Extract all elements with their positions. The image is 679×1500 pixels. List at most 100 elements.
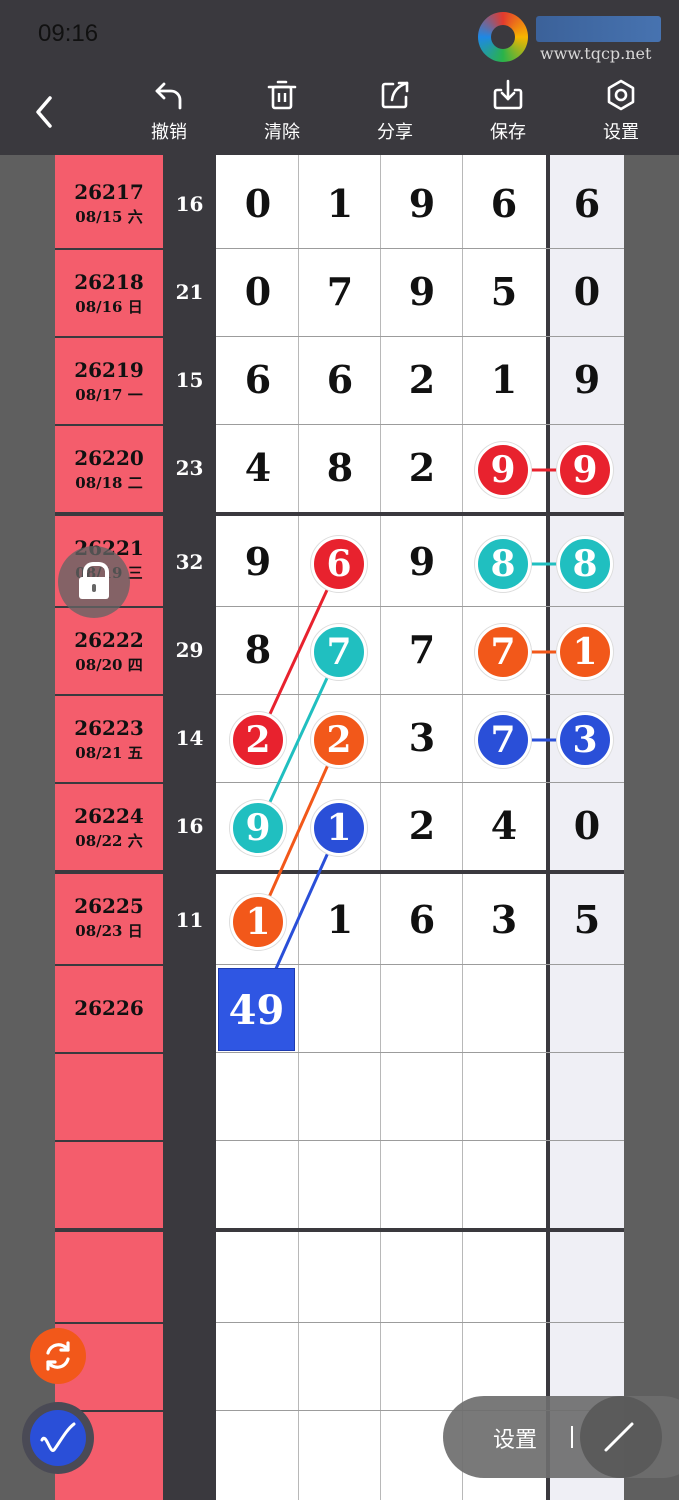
- digit-cell[interactable]: 9: [381, 269, 463, 314]
- digit-cell[interactable]: 5: [463, 269, 545, 314]
- grid-hline: [216, 782, 624, 783]
- grid-hline: [216, 248, 624, 249]
- digit-cell[interactable]: 2: [381, 803, 463, 848]
- marked-ball[interactable]: 9: [475, 442, 531, 498]
- marked-ball[interactable]: 9: [230, 800, 286, 856]
- issue-cell[interactable]: 26222 08/20 四: [55, 608, 163, 696]
- issue-date: 08/22 六: [75, 832, 143, 850]
- issue-date: 08/23 日: [75, 922, 143, 940]
- digit-cell[interactable]: 6: [217, 357, 299, 402]
- digit-cell[interactable]: 1: [463, 357, 545, 402]
- logo-site-text: www.tqcp.net: [540, 44, 652, 63]
- issue-cell[interactable]: 26218 08/16 日: [55, 250, 163, 338]
- marked-ball[interactable]: 8: [475, 536, 531, 592]
- extra-cell[interactable]: 0: [546, 269, 628, 314]
- grid-group-line: [216, 870, 624, 874]
- marked-ball[interactable]: 1: [557, 624, 613, 680]
- top-toolbar: 09:16 www.tqcp.net 撤销 清除 分享 保存 设置: [0, 0, 679, 155]
- grid-hline: [216, 424, 624, 425]
- sum-value: 11: [175, 908, 204, 932]
- digit-cell[interactable]: 2: [381, 357, 463, 402]
- grid-group-line: [216, 1228, 624, 1232]
- issue-cell[interactable]: 26226: [55, 966, 163, 1054]
- issue-cell-empty: [55, 1054, 163, 1142]
- share-button[interactable]: 分享: [355, 74, 435, 146]
- issue-number: 26225: [74, 894, 144, 918]
- line-tool-icon: [604, 1422, 634, 1452]
- issue-cell[interactable]: 26220 08/18 二: [55, 426, 163, 516]
- refresh-button[interactable]: [30, 1328, 86, 1384]
- marked-ball[interactable]: 8: [557, 536, 613, 592]
- issue-date: 08/18 二: [75, 474, 143, 492]
- digit-cell[interactable]: 9: [381, 539, 463, 584]
- settings-pill-label[interactable]: 设置: [493, 1422, 537, 1454]
- pill-divider: [571, 1426, 573, 1448]
- marked-ball[interactable]: 2: [230, 712, 286, 768]
- marked-ball[interactable]: 9: [557, 442, 613, 498]
- back-button[interactable]: [30, 92, 60, 132]
- lock-body-icon: [79, 577, 109, 599]
- digit-cell[interactable]: 2: [381, 445, 463, 490]
- highlight-box[interactable]: 49: [218, 968, 295, 1051]
- grid-hline: [216, 964, 624, 965]
- refresh-icon: [46, 1341, 70, 1371]
- draw-line-button[interactable]: [580, 1396, 662, 1478]
- digit-cell[interactable]: 6: [299, 357, 381, 402]
- trash-icon: [267, 80, 297, 110]
- digit-cell[interactable]: 4: [463, 803, 545, 848]
- save-button[interactable]: 保存: [468, 74, 548, 146]
- right-margin: [624, 155, 679, 1500]
- sum-value: 16: [175, 192, 204, 216]
- extra-cell[interactable]: 9: [546, 357, 628, 402]
- share-label: 分享: [377, 122, 413, 143]
- share-icon: [381, 81, 409, 109]
- clear-label: 清除: [264, 122, 300, 143]
- digit-cell[interactable]: 1: [299, 181, 381, 226]
- issue-cell[interactable]: 26224 08/22 六: [55, 784, 163, 874]
- issue-cell[interactable]: 26223 08/21 五: [55, 696, 163, 784]
- issue-cell[interactable]: 26225 08/23 日: [55, 874, 163, 966]
- digit-cell[interactable]: 7: [381, 627, 463, 672]
- digit-cell[interactable]: 4: [217, 445, 299, 490]
- sum-value: 14: [175, 726, 204, 750]
- marked-ball[interactable]: 7: [475, 712, 531, 768]
- marked-ball[interactable]: 7: [311, 624, 367, 680]
- marked-ball[interactable]: 7: [475, 624, 531, 680]
- digit-cell[interactable]: 6: [463, 181, 545, 226]
- issue-number: 26222: [74, 628, 144, 652]
- sum-value: 23: [175, 456, 204, 480]
- undo-button[interactable]: 撤销: [129, 74, 209, 146]
- settings-button[interactable]: 设置: [581, 74, 661, 146]
- issue-cell-empty: [55, 1142, 163, 1232]
- marked-ball[interactable]: 6: [311, 536, 367, 592]
- marked-ball[interactable]: 1: [311, 800, 367, 856]
- digit-cell[interactable]: 8: [217, 627, 299, 672]
- digit-cell[interactable]: 7: [299, 269, 381, 314]
- grid-group-line: [216, 512, 624, 516]
- digit-cell[interactable]: 8: [299, 445, 381, 490]
- pen-icon: [30, 1410, 86, 1466]
- pen-button[interactable]: [22, 1402, 94, 1474]
- marked-ball[interactable]: 3: [557, 712, 613, 768]
- issue-cell[interactable]: 26217 08/15 六: [55, 160, 163, 250]
- digit-cell[interactable]: 0: [217, 181, 299, 226]
- settings-pill[interactable]: 设置: [443, 1396, 679, 1478]
- issue-number: 26220: [74, 446, 144, 470]
- marked-ball[interactable]: 1: [230, 894, 286, 950]
- digit-cell[interactable]: 9: [381, 181, 463, 226]
- digit-cell[interactable]: 9: [217, 539, 299, 584]
- extra-cell[interactable]: 0: [546, 803, 628, 848]
- digit-cell[interactable]: 3: [463, 897, 545, 942]
- clear-button[interactable]: 清除: [242, 74, 322, 146]
- digit-cell[interactable]: 0: [217, 269, 299, 314]
- marked-ball[interactable]: 2: [311, 712, 367, 768]
- issue-cell[interactable]: 26219 08/17 一: [55, 338, 163, 426]
- extra-cell[interactable]: 5: [546, 897, 628, 942]
- grid-hline: [216, 336, 624, 337]
- digit-cell[interactable]: 3: [381, 715, 463, 760]
- issue-date: 08/21 五: [75, 744, 143, 762]
- digit-cell[interactable]: 1: [299, 897, 381, 942]
- digit-cell[interactable]: 6: [381, 897, 463, 942]
- lock-button[interactable]: [58, 546, 130, 618]
- extra-cell[interactable]: 6: [546, 181, 628, 226]
